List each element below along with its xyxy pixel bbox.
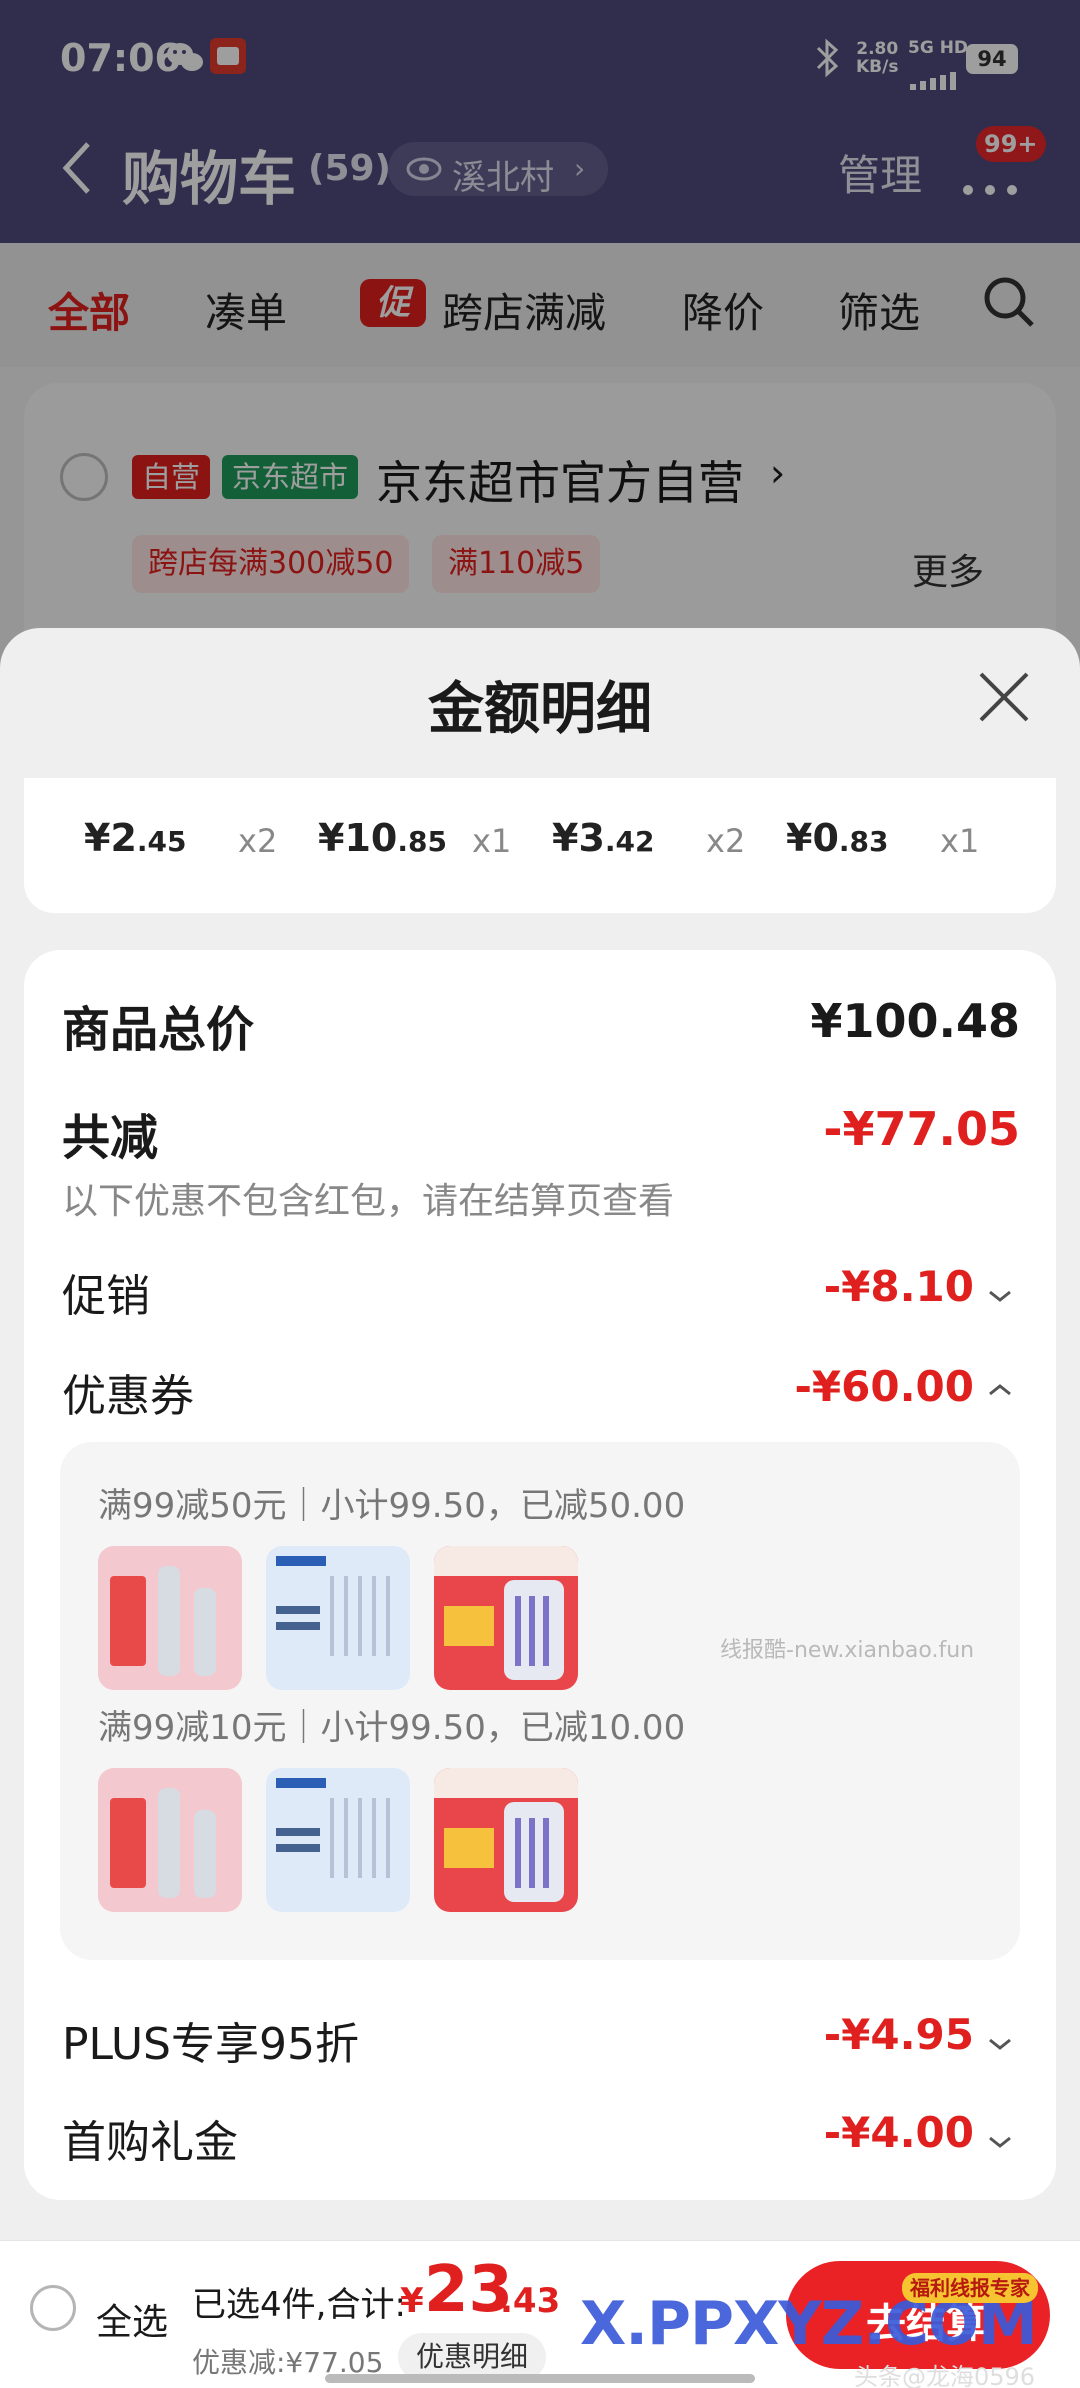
coupon-title: 满99减10元｜小计99.50，已减10.00 — [98, 1708, 686, 1748]
item-price: ¥0.83 — [786, 816, 889, 860]
coupon-label[interactable]: 优惠券 — [62, 1360, 194, 1424]
coupon-value[interactable]: -¥60.00 — [794, 1362, 974, 1411]
select-all-label[interactable]: 全选 — [96, 2293, 168, 2345]
product-thumbnail[interactable] — [266, 1768, 410, 1912]
close-icon[interactable] — [975, 668, 1033, 726]
item-price: ¥10.85 — [318, 816, 447, 860]
watermark-logo: X.PPXYZ.COM 福利线报专家 头条@龙海0596 — [580, 2273, 1060, 2388]
total-decimal: .43 — [500, 2281, 561, 2321]
total-value: ¥100.48 — [810, 994, 1020, 1048]
price-breakdown-card: 商品总价 ¥100.48 共减 -¥77.05 以下优惠不包含红包，请在结算页查… — [24, 950, 1056, 2200]
item-price: ¥2.45 — [84, 816, 187, 860]
chevron-down-icon[interactable] — [986, 2034, 1014, 2054]
selected-items-strip: ¥2.45 x2 ¥10.85 x1 ¥3.42 x2 ¥0.83 x1 — [24, 778, 1056, 913]
reduce-note: 以下优惠不包含红包，请在结算页查看 — [62, 1181, 675, 1222]
chevron-down-icon[interactable] — [986, 1286, 1014, 1306]
product-thumbnail[interactable] — [98, 1546, 242, 1690]
total-currency: ¥ — [400, 2281, 424, 2321]
total-label: 商品总价 — [62, 1002, 255, 1058]
product-thumbnail[interactable] — [434, 1546, 578, 1690]
product-thumbnail[interactable] — [266, 1546, 410, 1690]
credit-text: 头条@龙海0596 — [854, 2363, 1036, 2388]
item-qty: x2 — [706, 822, 746, 860]
amount-detail-sheet: 金额明细 ¥2.45 x2 ¥10.85 x1 ¥3.42 x2 ¥0.83 x… — [0, 628, 1080, 2240]
checkout-bar: 全选 已选4件,合计: ¥ 23 .43 优惠减:¥77.05 优惠明细 去结算… — [0, 2240, 1080, 2388]
first-purchase-value[interactable]: -¥4.00 — [824, 2108, 974, 2157]
first-purchase-label[interactable]: 首购礼金 — [62, 2106, 238, 2170]
watermark: 线报酷-new.xianbao.fun — [720, 1638, 975, 1663]
plus-discount-value[interactable]: -¥4.95 — [824, 2010, 974, 2059]
product-thumbnail[interactable] — [434, 1768, 578, 1912]
promo-value[interactable]: -¥8.10 — [824, 1262, 974, 1311]
product-thumbnail[interactable] — [98, 1768, 242, 1912]
item-qty: x1 — [472, 822, 512, 860]
reduce-value: -¥77.05 — [823, 1102, 1020, 1156]
coupon-detail-panel: 满99减50元｜小计99.50，已减50.00 线报酷-new.xianbao.… — [60, 1442, 1020, 1960]
plus-discount-label[interactable]: PLUS专享95折 — [62, 2008, 359, 2072]
sheet-title: 金额明细 — [428, 677, 652, 742]
coupon-title: 满99减50元｜小计99.50，已减50.00 — [98, 1486, 686, 1526]
reduce-label: 共减 — [62, 1110, 159, 1166]
home-indicator — [325, 2374, 755, 2383]
promo-label[interactable]: 促销 — [62, 1260, 150, 1324]
select-all-radio[interactable] — [30, 2285, 76, 2331]
item-qty: x1 — [940, 822, 980, 860]
chevron-down-icon[interactable] — [986, 2132, 1014, 2152]
item-qty: x2 — [238, 822, 278, 860]
item-price: ¥3.42 — [552, 816, 655, 860]
chevron-up-icon[interactable] — [986, 1380, 1014, 1400]
logo-badge: 福利线报专家 — [902, 2273, 1038, 2303]
selected-summary: 已选4件,合计: — [192, 2285, 406, 2325]
